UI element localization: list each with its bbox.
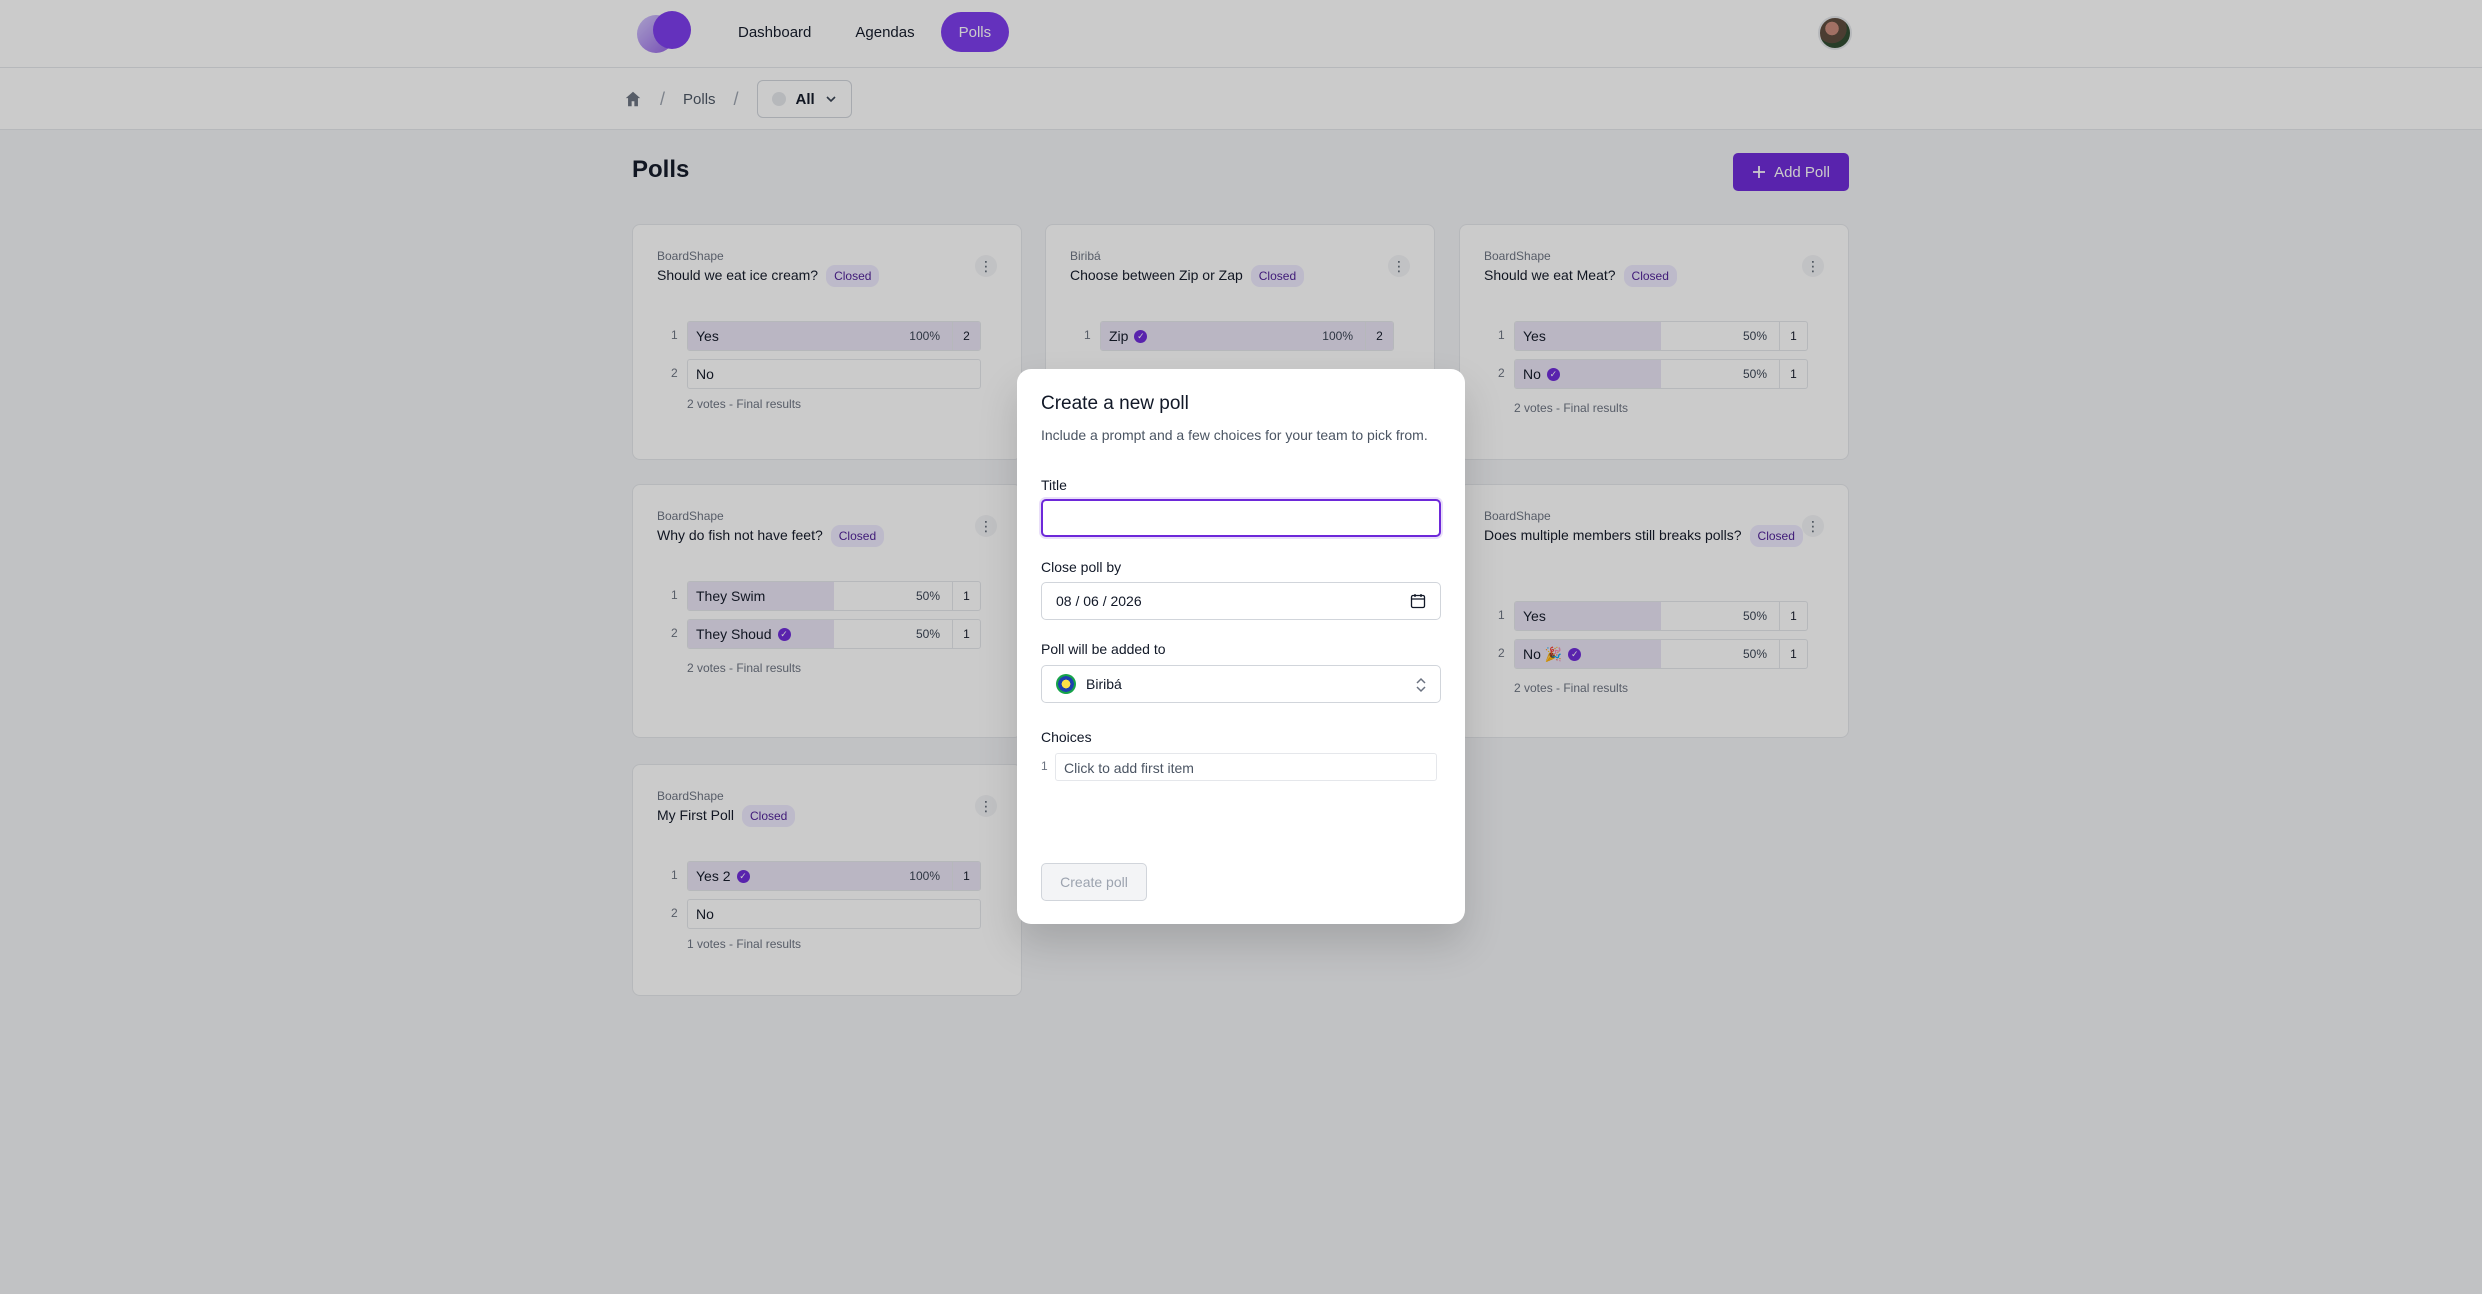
org-select-value: Biribá: [1086, 676, 1122, 692]
first-choice-input[interactable]: Click to add first item: [1055, 753, 1437, 781]
dialog-description: Include a prompt and a few choices for y…: [1041, 427, 1428, 443]
org-select[interactable]: Biribá: [1041, 665, 1441, 703]
create-poll-dialog: Create a new poll Include a prompt and a…: [1017, 369, 1465, 924]
create-poll-button[interactable]: Create poll: [1041, 863, 1147, 901]
chevron-updown-icon: [1416, 677, 1426, 693]
choice-item: 1 Click to add first item: [1041, 753, 1437, 781]
dialog-title: Create a new poll: [1041, 393, 1189, 414]
close-date-label: Close poll by: [1041, 559, 1122, 575]
org-select-label: Poll will be added to: [1041, 641, 1166, 657]
calendar-icon[interactable]: [1410, 593, 1426, 609]
choices-label: Choices: [1041, 729, 1092, 745]
title-label: Title: [1041, 477, 1067, 493]
org-logo-icon: [1056, 674, 1076, 694]
title-field[interactable]: [1041, 499, 1441, 537]
close-date-value: 08 / 06 / 2026: [1056, 593, 1142, 609]
close-date-field[interactable]: 08 / 06 / 2026: [1041, 582, 1441, 620]
choice-item-number: 1: [1041, 759, 1048, 773]
title-input[interactable]: [1057, 510, 1425, 526]
